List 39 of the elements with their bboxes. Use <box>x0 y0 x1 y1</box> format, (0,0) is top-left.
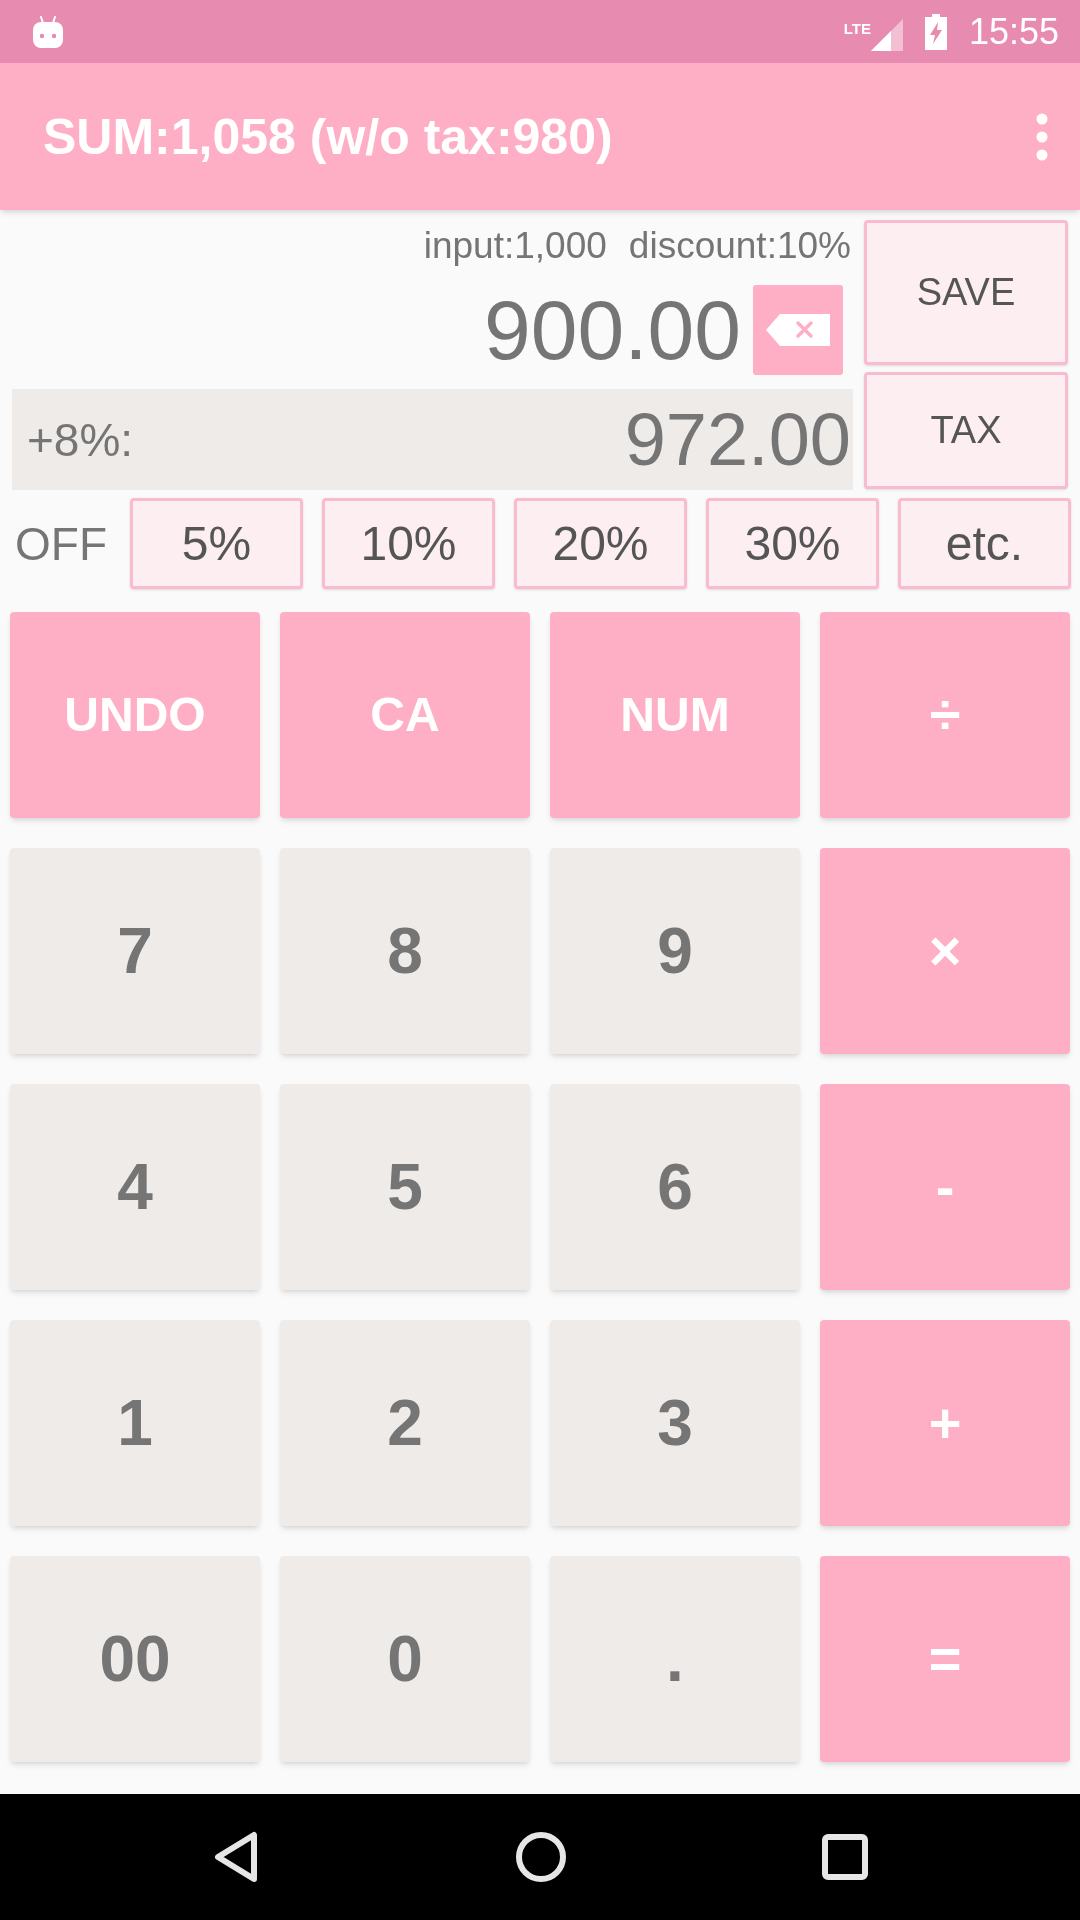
discount-off-button[interactable]: OFF <box>15 520 130 567</box>
info-text: input:1,000 <box>423 226 607 264</box>
tax-included-value: 972.00 <box>624 402 851 477</box>
back-icon <box>214 1831 258 1883</box>
robot-icon <box>33 15 63 48</box>
battery-charging-icon <box>924 13 947 50</box>
display-value: 900.00 <box>484 287 741 372</box>
network-type-label: LTE <box>843 20 871 36</box>
home-icon <box>515 1831 567 1883</box>
info-text: discount:10% <box>628 226 851 264</box>
digit-key[interactable]: 9 <box>550 848 800 1054</box>
back-button[interactable] <box>212 1831 260 1883</box>
discount-button[interactable]: 5% <box>130 498 303 589</box>
recents-button[interactable] <box>822 1834 868 1880</box>
more-icon <box>1036 112 1048 161</box>
discount-button[interactable]: 10% <box>322 498 495 589</box>
discount-button[interactable]: etc. <box>898 498 1071 589</box>
home-button[interactable] <box>515 1831 567 1883</box>
digit-key[interactable]: 3 <box>550 1320 800 1526</box>
digit-key[interactable]: 4 <box>10 1084 260 1290</box>
digit-key[interactable]: 00 <box>10 1556 260 1762</box>
side-button[interactable]: SAVE <box>864 220 1068 365</box>
digit-key[interactable]: 8 <box>280 848 530 1054</box>
digit-key[interactable]: . <box>550 1556 800 1762</box>
digit-key[interactable]: 2 <box>280 1320 530 1526</box>
digit-key[interactable]: 5 <box>280 1084 530 1290</box>
discount-button[interactable]: 20% <box>514 498 687 589</box>
digit-key[interactable]: 1 <box>10 1320 260 1526</box>
recents-icon <box>822 1834 868 1880</box>
app-title: SUM:1,058 (w/o tax:980) <box>43 111 613 162</box>
digit-key[interactable]: 7 <box>10 848 260 1054</box>
digit-key[interactable]: 6 <box>550 1084 800 1290</box>
tax-rate-label: +8%: <box>27 416 134 463</box>
discount-button[interactable]: 30% <box>706 498 879 589</box>
signal-icon <box>870 18 903 51</box>
side-button[interactable]: TAX <box>864 372 1068 489</box>
digit-key[interactable]: 0 <box>280 1556 530 1762</box>
backspace-icon <box>766 313 830 346</box>
clock-time: 15:55 <box>968 13 1059 50</box>
